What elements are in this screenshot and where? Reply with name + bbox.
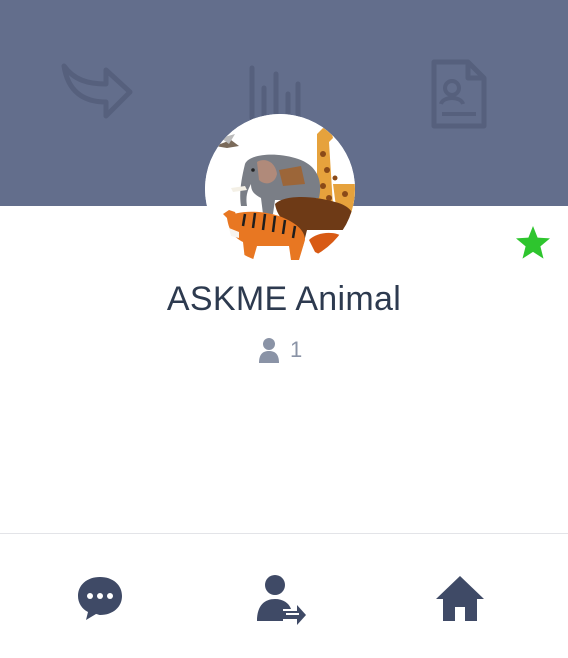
favorite-star-icon[interactable] bbox=[515, 225, 551, 261]
divider bbox=[0, 533, 568, 534]
home-button[interactable] bbox=[430, 568, 490, 628]
share-arrow-icon bbox=[61, 63, 133, 119]
animals-group-illustration bbox=[205, 114, 355, 264]
person-icon bbox=[259, 338, 279, 363]
profile-screen: ASKME Animal 1 bbox=[0, 0, 568, 658]
home-icon bbox=[436, 576, 484, 621]
add-friend-icon bbox=[257, 575, 306, 625]
profile-name: ASKME Animal bbox=[166, 280, 402, 318]
chat-bubble-icon bbox=[78, 577, 122, 620]
avatar[interactable] bbox=[205, 114, 355, 264]
chat-button[interactable] bbox=[70, 568, 130, 628]
member-count-row[interactable]: 1 bbox=[258, 336, 302, 364]
document-icon bbox=[431, 59, 487, 129]
member-count: 1 bbox=[290, 337, 303, 362]
add-friend-button[interactable] bbox=[250, 568, 310, 628]
